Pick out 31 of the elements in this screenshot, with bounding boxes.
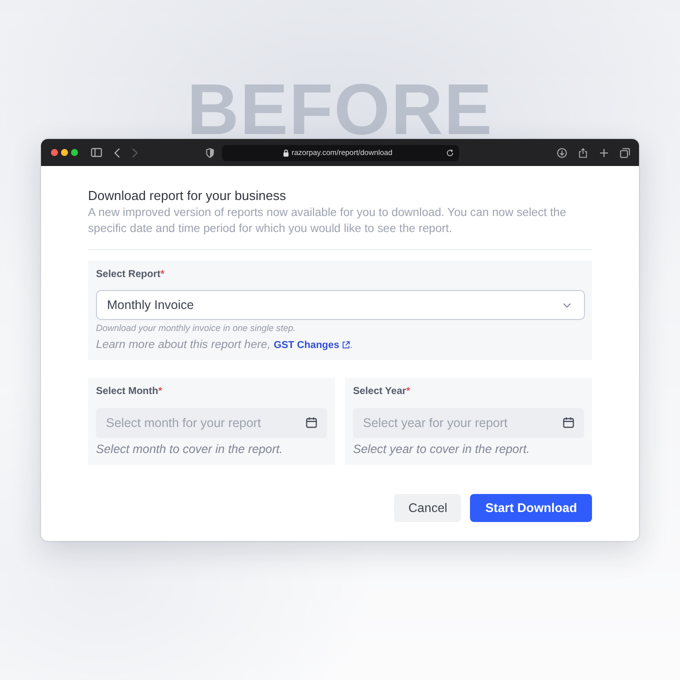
- report-hint: Download your monthly invoice in one single step.: [96, 323, 297, 334]
- back-icon[interactable]: [114, 148, 120, 158]
- share-icon[interactable]: [578, 148, 588, 158]
- calendar-icon[interactable]: [563, 417, 574, 428]
- download-icon[interactable]: [557, 148, 567, 158]
- gst-changes-link[interactable]: GST Changes: [274, 340, 350, 351]
- plus-icon[interactable]: [599, 148, 609, 158]
- report-dropdown[interactable]: Monthly Invoice: [96, 290, 585, 320]
- start-download-button[interactable]: Start Download: [470, 494, 592, 522]
- sidebar-icon[interactable]: [91, 148, 102, 157]
- lock-icon: [282, 148, 289, 156]
- page-title: Download report for your business: [88, 188, 287, 204]
- close-window-button[interactable]: [51, 149, 58, 156]
- shield-icon[interactable]: [206, 148, 214, 158]
- page-description: A new improved version of reports now available for you to download. You can now select the specific date and time period for which you would like to see the report.: [88, 205, 568, 237]
- field-hint: Select year to cover in the report.: [353, 442, 531, 457]
- learn-more-text: Learn more about this report here, GST Changes .: [96, 338, 354, 353]
- field-label: Select Year*: [353, 386, 412, 398]
- reload-icon[interactable]: [446, 148, 454, 156]
- tabs-icon[interactable]: [620, 148, 630, 158]
- chevron-down-icon: [563, 302, 571, 308]
- field-label: Select Month*: [96, 386, 164, 398]
- cancel-button[interactable]: Cancel: [394, 494, 462, 522]
- minimize-window-button[interactable]: [61, 149, 68, 156]
- date-input-field[interactable]: Select year for your report: [353, 408, 584, 438]
- date-input-field[interactable]: Select month for your report: [96, 408, 327, 438]
- external-link-icon: [342, 341, 350, 349]
- maximize-window-button[interactable]: [71, 149, 78, 156]
- field-hint: Select month to cover in the report.: [96, 442, 284, 457]
- calendar-icon[interactable]: [306, 417, 317, 428]
- field-label: Select Report*: [96, 269, 166, 281]
